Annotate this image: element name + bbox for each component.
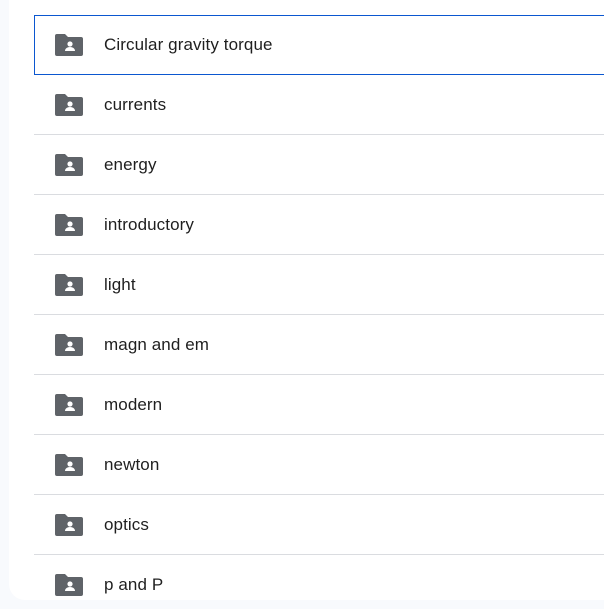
list-item[interactable]: Circular gravity torque — [34, 15, 604, 75]
folder-name: modern — [104, 394, 163, 414]
shared-folder-icon — [55, 34, 83, 56]
list-item[interactable]: magn and em — [34, 315, 604, 375]
shared-folder-icon — [55, 153, 83, 176]
list-item[interactable]: optics — [34, 495, 604, 555]
folder-name: introductory — [104, 214, 195, 234]
folder-name: currents — [104, 94, 167, 114]
list-item[interactable]: newton — [34, 435, 604, 495]
list-item[interactable]: introductory — [34, 195, 604, 255]
shared-folder-icon — [55, 393, 83, 416]
folder-name: magn and em — [104, 334, 210, 354]
folder-name: optics — [104, 514, 150, 534]
file-list-panel: Circular gravity torque currents energy — [9, 0, 604, 600]
list-item[interactable]: energy — [34, 135, 604, 195]
shared-folder-icon — [55, 573, 83, 596]
folder-name: newton — [104, 454, 160, 474]
list-item[interactable]: modern — [34, 375, 604, 435]
shared-folder-icon — [55, 513, 83, 536]
list-item[interactable]: p and P — [34, 555, 604, 600]
list-item[interactable]: currents — [34, 75, 604, 135]
shared-folder-icon — [55, 93, 83, 116]
folder-name: energy — [104, 154, 157, 174]
folder-name: Circular gravity torque — [104, 35, 273, 54]
list-item[interactable]: light — [34, 255, 604, 315]
shared-folder-icon — [55, 453, 83, 476]
folder-name: p and P — [104, 574, 164, 594]
shared-folder-icon — [55, 213, 83, 236]
folder-name: light — [104, 274, 136, 294]
shared-folder-icon — [55, 333, 83, 356]
folder-list: Circular gravity torque currents energy — [34, 15, 604, 600]
shared-folder-icon — [55, 273, 83, 296]
